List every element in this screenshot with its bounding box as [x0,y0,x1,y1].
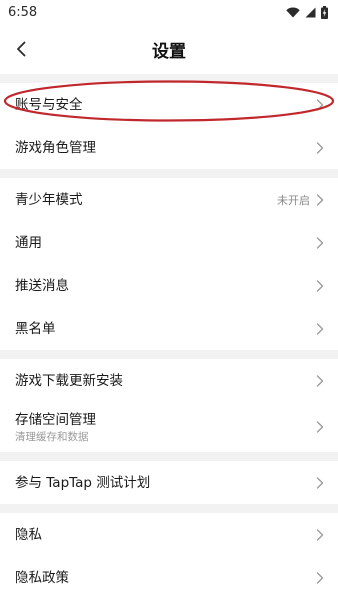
settings-item-privacy-policy[interactable]: 隐私政策 [0,556,338,599]
chevron-right-icon [316,421,324,433]
settings-item-label: 游戏角色管理 [15,139,96,156]
section-gap [0,169,338,178]
settings-item-blocklist[interactable]: 黑名单 [0,307,338,350]
settings-item-label: 存储空间管理 [15,411,96,428]
status-time: 6:58 [8,4,38,20]
chevron-right-icon [316,141,324,154]
settings-item-teen-mode[interactable]: 青少年模式 未开启 [0,178,338,221]
chevron-right-icon [316,98,324,111]
chevron-right-icon [316,374,324,387]
settings-item-label: 参与 TapTap 测试计划 [15,474,151,491]
chevron-right-icon [316,571,324,584]
settings-item-label: 账号与安全 [15,96,83,113]
chevron-right-icon [316,236,324,249]
settings-item-subtitle: 清理缓存和数据 [15,430,89,443]
section-gap [0,74,338,83]
app-bar: 设置 [0,24,338,74]
settings-item-storage[interactable]: 存储空间管理 清理缓存和数据 [0,402,338,452]
section-gap [0,504,338,513]
settings-item-game-roles[interactable]: 游戏角色管理 [0,126,338,169]
settings-item-label: 推送消息 [15,277,69,294]
chevron-right-icon [316,528,324,541]
wifi-icon [286,6,300,17]
status-bar: 6:58 [0,0,338,24]
settings-item-label: 通用 [15,234,42,251]
chevron-right-icon [316,193,324,206]
settings-item-label: 青少年模式 [15,191,83,208]
settings-item-label: 隐私 [15,526,42,543]
status-icons [286,5,328,19]
teen-mode-status: 未开启 [277,193,310,207]
page-title: 设置 [152,42,186,62]
chevron-right-icon [316,279,324,292]
settings-item-privacy[interactable]: 隐私 [0,513,338,556]
battery-charging-icon [321,5,328,19]
settings-item-taptap-beta[interactable]: 参与 TapTap 测试计划 [0,461,338,504]
settings-item-label: 黑名单 [15,320,56,337]
settings-item-account-security[interactable]: 账号与安全 [0,83,338,126]
settings-item-label: 隐私政策 [15,569,69,586]
section-gap [0,350,338,359]
chevron-right-icon [316,322,324,335]
chevron-right-icon [316,476,324,489]
signal-icon [305,7,316,17]
settings-item-push-notifications[interactable]: 推送消息 [0,264,338,307]
settings-list: 账号与安全 游戏角色管理 青少年模式 未开启 通用 推送消息 黑名单 游戏下载更… [0,74,338,600]
settings-item-general[interactable]: 通用 [0,221,338,264]
settings-item-label: 游戏下载更新安装 [15,372,123,389]
section-gap [0,452,338,461]
settings-screen: 6:58 设置 账号与安全 游戏角色管理 青少年模式 未开启 通用 推送消息 黑… [0,0,338,600]
settings-item-download-update[interactable]: 游戏下载更新安装 [0,359,338,402]
